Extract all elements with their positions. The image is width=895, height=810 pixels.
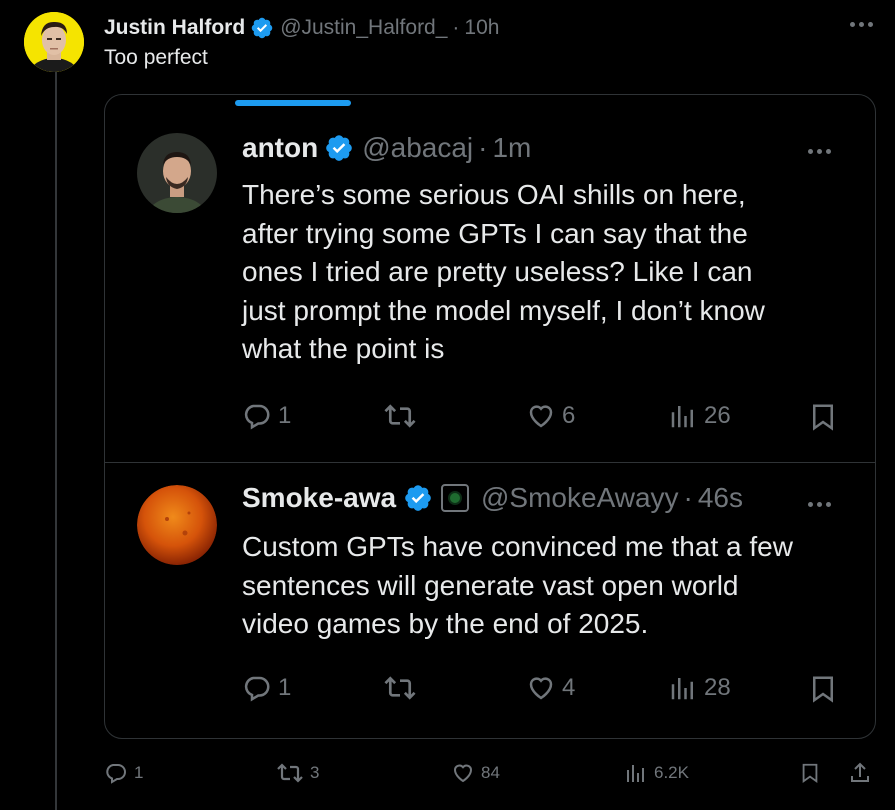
avatar-image: [24, 12, 84, 72]
embedded-tweet-header: Smoke-awa @SmokeAwayy · 46s: [242, 482, 743, 514]
views-button: 28: [668, 673, 731, 703]
media-progress-bar: [235, 100, 351, 106]
reply-button: 1: [242, 673, 291, 703]
text-line: what the point is: [242, 333, 445, 364]
avatar-image: [137, 133, 217, 213]
thread-line: [55, 70, 57, 810]
text-line: Custom GPTs have convinced me that a few: [242, 531, 793, 562]
tweet-text: Too perfect: [104, 46, 208, 69]
author-name[interactable]: Justin Halford: [104, 16, 245, 40]
retweet-button[interactable]: 3: [276, 761, 319, 785]
avatar-image: [137, 485, 217, 565]
like-count: 84: [481, 763, 500, 782]
text-line: There’s some serious OAI shills on here,: [242, 179, 746, 210]
like-icon: [529, 677, 553, 700]
text-line: after trying some GPTs I can say that th…: [242, 217, 748, 249]
retweet-button: [383, 401, 417, 431]
reply-button: 1: [242, 401, 291, 431]
author-handle: @SmokeAwayy: [481, 482, 679, 513]
timestamp[interactable]: 10h: [464, 16, 499, 40]
bookmark-button: [808, 401, 838, 433]
action-bar: 1 3 84 6.2K: [0, 761, 895, 793]
avatar: [137, 133, 217, 213]
author-name: Smoke-awa: [242, 482, 397, 513]
retweet-count: 3: [310, 763, 320, 782]
author-handle[interactable]: @Justin_Halford_: [280, 16, 447, 40]
embedded-action-bar: 1 4 28: [105, 673, 875, 705]
like-button: 6: [526, 401, 575, 431]
reply-icon: [244, 404, 270, 430]
author-handle: @abacaj: [362, 132, 474, 163]
like-button[interactable]: 84: [451, 761, 500, 785]
reply-icon: [244, 676, 270, 702]
retweet-icon: [384, 676, 416, 700]
separator-dot: ·: [683, 482, 693, 513]
reply-count: 1: [278, 674, 292, 701]
views-icon: [671, 406, 693, 428]
bookmark-button[interactable]: [799, 761, 821, 785]
avatar[interactable]: [24, 12, 84, 72]
like-count: 6: [562, 402, 576, 429]
avatar: [137, 485, 217, 565]
view-count: 26: [704, 402, 731, 429]
bookmark-icon: [802, 763, 818, 784]
views-button[interactable]: 6.2K: [624, 761, 689, 785]
retweet-icon: [384, 404, 416, 428]
retweet-icon: [277, 763, 303, 783]
verified-badge-icon: [251, 17, 273, 39]
retweet-button: [383, 673, 417, 703]
author-name: anton: [242, 132, 319, 163]
text-line: ones I tried are pretty useless? Like I …: [242, 256, 753, 287]
verified-badge-icon: [405, 485, 431, 511]
view-count: 28: [704, 674, 731, 701]
embedded-tweet-header: anton @abacaj · 1m: [242, 132, 531, 164]
separator-dot: ·: [452, 16, 460, 39]
embedded-tweet-text: Custom GPTs have convinced me that a few…: [242, 528, 852, 644]
text-line: just prompt the model myself, I don’t kn…: [242, 294, 765, 326]
share-icon: [851, 762, 869, 782]
affiliation-badge-icon: [441, 484, 469, 512]
like-icon: [453, 764, 473, 783]
bookmark-button: [808, 673, 838, 705]
tweet-header: Justin Halford @Justin_Halford_ · 10h: [104, 14, 499, 42]
bookmark-icon: [813, 676, 833, 703]
reply-count: 1: [278, 402, 292, 429]
view-count: 6.2K: [654, 763, 689, 782]
reply-button[interactable]: 1: [104, 761, 143, 785]
embedded-action-bar: 1 6 26: [105, 401, 875, 433]
like-button: 4: [526, 673, 575, 703]
views-icon: [627, 765, 644, 782]
like-icon: [529, 405, 553, 428]
separator-dot: ·: [478, 132, 488, 163]
timestamp: 1m: [492, 132, 532, 163]
views-icon: [671, 678, 693, 700]
more-icon[interactable]: [850, 22, 873, 27]
more-icon: [808, 502, 831, 507]
reply-icon: [106, 764, 126, 784]
share-button[interactable]: [848, 761, 872, 785]
embedded-tweet-text: There’s some serious OAI shills on here,…: [242, 176, 852, 369]
timestamp: 46s: [697, 482, 744, 513]
text-line: sentences will generate vast open world: [242, 569, 739, 601]
divider: [105, 462, 875, 463]
views-button: 26: [668, 401, 731, 431]
like-count: 4: [562, 674, 576, 701]
verified-badge-icon: [326, 135, 353, 161]
text-line: video games by the end of 2025.: [242, 608, 649, 639]
more-icon: [808, 149, 831, 154]
reply-count: 1: [134, 763, 144, 782]
bookmark-icon: [813, 404, 833, 431]
quoted-media[interactable]: anton @abacaj · 1m There’s some serious …: [104, 94, 876, 739]
